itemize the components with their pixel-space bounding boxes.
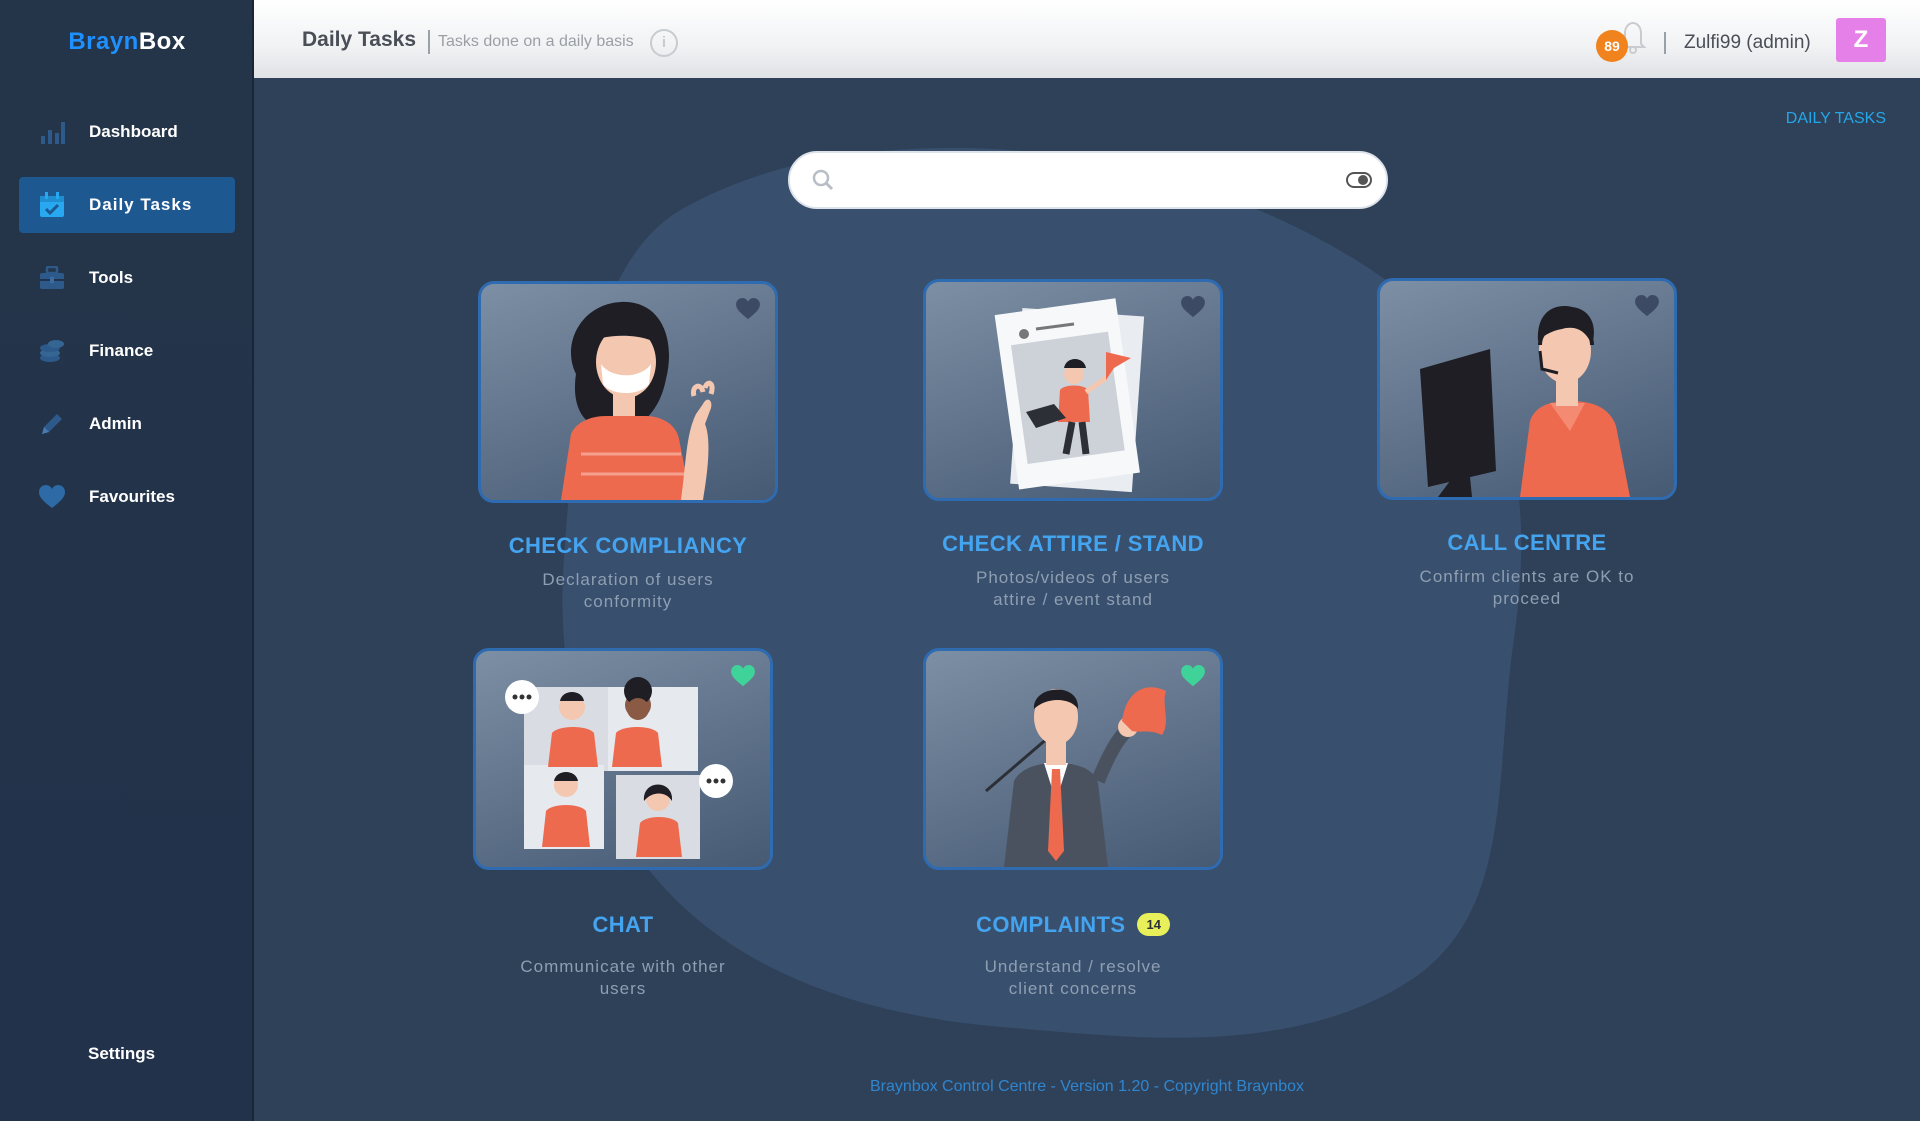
sidebar-item-settings[interactable]: Settings [88, 1044, 155, 1064]
page-title: Daily Tasks [302, 28, 417, 51]
card-description: Understand / resolve client concerns [984, 957, 1162, 998]
card-title[interactable]: CHECK COMPLIANCY [478, 533, 778, 559]
sidebar-item-dashboard[interactable]: Dashboard [19, 104, 235, 160]
sidebar-item-admin[interactable]: Admin [19, 396, 235, 452]
card-title[interactable]: COMPLAINTS [976, 912, 1125, 937]
card-image[interactable] [923, 648, 1223, 870]
user-name[interactable]: Zulfi99 (admin) [1684, 32, 1811, 54]
sidebar-item-label: Favourites [89, 487, 175, 506]
coins-icon [39, 338, 65, 364]
card-description: Confirm clients are OK to proceed [1419, 567, 1635, 608]
woman-mask-illustration [561, 301, 715, 500]
card-description: Declaration of users conformity [542, 570, 714, 611]
pencil-icon [39, 411, 65, 437]
avatar[interactable]: Z [1836, 18, 1886, 62]
info-icon[interactable]: i [650, 29, 678, 57]
task-card-complaints[interactable]: COMPLAINTS 14 Understand / resolve client… [923, 648, 1223, 1000]
sidebar-item-daily-tasks[interactable]: Daily Tasks [19, 177, 235, 233]
favourite-heart-icon[interactable] [730, 665, 756, 692]
sidebar-item-label: Daily Tasks [89, 195, 193, 214]
man-white-flag-illustration [985, 687, 1166, 867]
footer-text: Braynbox Control Centre - Version 1.20 -… [870, 1078, 1304, 1095]
sidebar-item-favourites[interactable]: Favourites [19, 469, 235, 525]
search-input[interactable] [850, 165, 1310, 197]
sidebar-item-tools[interactable]: Tools [19, 250, 235, 306]
search-bar [788, 151, 1388, 209]
main-content: DAILY TASKS CHECK COMPLIANCY Declaration… [254, 78, 1920, 1121]
favourite-heart-icon[interactable] [1634, 295, 1660, 322]
toggle-switch-icon[interactable] [1346, 172, 1372, 193]
card-title-row: COMPLAINTS 14 [923, 912, 1223, 938]
sidebar-item-label: Tools [89, 268, 134, 287]
header-divider [1664, 32, 1666, 54]
sidebar: BraynBox Dashboard Daily Tasks Tools Fin… [0, 0, 254, 1121]
logo-part1: Brayn [68, 28, 139, 55]
header-divider [428, 30, 430, 54]
page-subtitle: Tasks done on a daily basis [438, 33, 634, 50]
card-title[interactable]: CALL CENTRE [1377, 530, 1677, 556]
sidebar-item-finance[interactable]: Finance [19, 323, 235, 379]
card-image[interactable] [923, 279, 1223, 501]
sidebar-item-label: Finance [89, 341, 154, 360]
sidebar-nav: Dashboard Daily Tasks Tools Finance Admi… [0, 104, 254, 542]
calendar-check-icon [39, 192, 65, 218]
search-icon [812, 169, 834, 196]
logo-part2: Box [138, 28, 186, 55]
top-header: Daily Tasks Tasks done on a daily basis … [254, 0, 1920, 78]
call-centre-agent-illustration [1420, 306, 1630, 497]
sidebar-item-label: Dashboard [89, 122, 178, 141]
card-title[interactable]: CHECK ATTIRE / STAND [923, 531, 1223, 557]
task-card-check-attire[interactable]: CHECK ATTIRE / STAND Photos/videos of us… [923, 279, 1223, 611]
task-card-check-compliancy[interactable]: CHECK COMPLIANCY Declaration of users co… [478, 281, 778, 613]
team-puzzle-illustration [505, 677, 733, 859]
favourite-heart-icon[interactable] [1180, 665, 1206, 692]
toolbox-icon [39, 265, 65, 291]
brand-logo[interactable]: BraynBox [0, 28, 254, 56]
photo-stand-illustration [994, 298, 1145, 493]
task-card-chat[interactable]: CHAT Communicate with other users [473, 648, 773, 1000]
notification-count-badge[interactable]: 89 [1596, 30, 1628, 62]
heart-icon [39, 484, 65, 510]
breadcrumb[interactable]: DAILY TASKS [1786, 110, 1886, 128]
favourite-heart-icon[interactable] [1180, 296, 1206, 323]
favourite-heart-icon[interactable] [735, 298, 761, 325]
card-image[interactable] [478, 281, 778, 503]
task-card-call-centre[interactable]: CALL CENTRE Confirm clients are OK to pr… [1377, 278, 1677, 610]
bar-chart-icon [39, 119, 65, 145]
card-image[interactable] [473, 648, 773, 870]
card-title[interactable]: CHAT [473, 912, 773, 938]
card-description: Communicate with other users [520, 957, 726, 998]
card-description: Photos/videos of users attire / event st… [976, 568, 1170, 609]
sidebar-item-label: Admin [89, 414, 142, 433]
card-image[interactable] [1377, 278, 1677, 500]
complaints-count-badge: 14 [1137, 913, 1170, 936]
